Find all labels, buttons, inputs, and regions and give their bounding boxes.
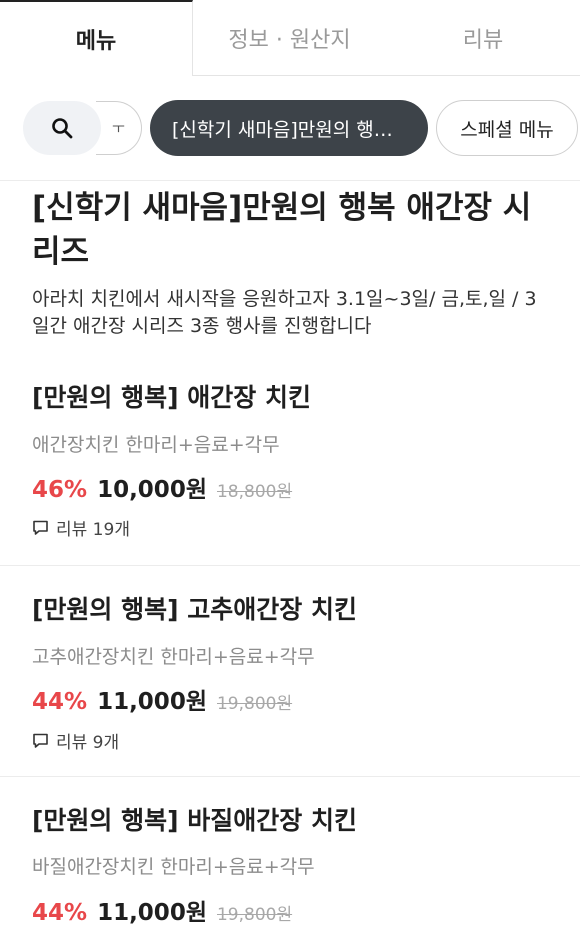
category-chip-special-menu[interactable]: 스페셜 메뉴 — [436, 100, 578, 156]
menu-item[interactable]: [만원의 행복] 애간장 치킨 애간장치킨 한마리+음료+각무 46% 10,0… — [0, 360, 580, 565]
menu-item-name: [만원의 행복] 바질애간장 치킨 — [32, 806, 357, 835]
discount-rate: 44% — [32, 900, 88, 926]
review-count-label: 리뷰 9개 — [56, 733, 120, 753]
category-title: [신학기 새마음]만원의 행복 애간장 시리즈 — [32, 190, 532, 270]
tab-menu[interactable]: 메뉴 — [0, 0, 193, 76]
review-bubble-icon — [33, 733, 48, 748]
discount-rate: 46% — [32, 477, 88, 503]
original-price: 19,800원 — [216, 905, 293, 925]
search-icon — [52, 118, 73, 139]
menu-item-name: [만원의 행복] 애간장 치킨 — [32, 383, 311, 412]
category-chip-active[interactable]: [신학기 새마음]만원의 행복 애간장 시리즈 — [150, 100, 428, 156]
review-count: 리뷰 9개 — [32, 728, 119, 753]
menu-item[interactable]: [만원의 행복] 바질애간장 치킨 바질애간장치킨 한마리+음료+각무 44% … — [0, 777, 580, 933]
discount-rate: 44% — [32, 689, 88, 715]
menu-item-price-row: 44% 11,000원 19,800원 — [32, 682, 292, 716]
tab-reviews[interactable]: 리뷰 — [386, 0, 580, 76]
tab-bar: 메뉴 정보 · 원산지 리뷰 — [0, 0, 580, 76]
tab-info-origin[interactable]: 정보 · 원산지 — [193, 0, 386, 76]
menu-item-description: 애간장치킨 한마리+음료+각무 — [32, 434, 280, 456]
category-chip-active-label: [신학기 새마음]만원의 행복 애간장 시리즈 — [172, 118, 406, 141]
category-description: 아라치 치킨에서 새시작을 응원하고자 3.1일~3일/ 금,토,일 / 3일간… — [32, 288, 537, 337]
search-button[interactable] — [23, 101, 101, 155]
menu-item[interactable]: [만원의 행복] 고추애간장 치킨 고추애간장치킨 한마리+음료+각무 44% … — [0, 566, 580, 776]
divider — [0, 180, 580, 181]
review-count: 리뷰 19개 — [32, 515, 130, 540]
menu-item-price-row: 46% 10,000원 18,800원 — [32, 470, 292, 504]
sale-price: 11,000원 — [97, 900, 207, 926]
category-chip-partial[interactable]: ㅜ — [96, 101, 142, 155]
menu-item-description: 고추애간장치킨 한마리+음료+각무 — [32, 646, 315, 668]
category-chip-row: ㅜ [신학기 새마음]만원의 행복 애간장 시리즈 스페셜 메뉴 — [0, 99, 580, 157]
menu-item-description: 바질애간장치킨 한마리+음료+각무 — [32, 856, 315, 878]
original-price: 19,800원 — [216, 694, 293, 714]
sale-price: 10,000원 — [97, 477, 207, 503]
sale-price: 11,000원 — [97, 689, 207, 715]
menu-item-name: [만원의 행복] 고추애간장 치킨 — [32, 595, 357, 624]
menu-item-price-row: 44% 11,000원 19,800원 — [32, 893, 292, 927]
review-bubble-icon — [33, 520, 48, 535]
review-count-label: 리뷰 19개 — [56, 520, 130, 540]
original-price: 18,800원 — [216, 482, 293, 502]
